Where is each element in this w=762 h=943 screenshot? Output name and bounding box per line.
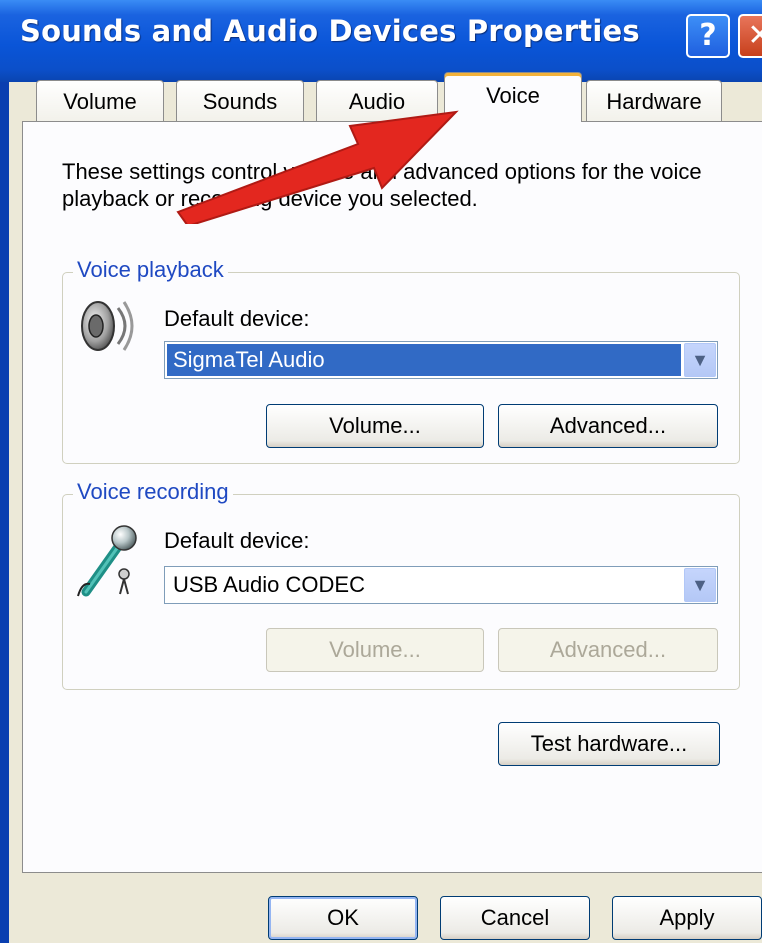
apply-button[interactable]: Apply	[612, 896, 762, 940]
window-title: Sounds and Audio Devices Properties	[20, 14, 640, 48]
voice-playback-legend: Voice playback	[73, 257, 228, 283]
playback-default-device-label: Default device:	[164, 306, 310, 331]
window-frame-left	[0, 82, 9, 943]
speaker-icon	[81, 301, 134, 351]
playback-device-value: SigmaTel Audio	[167, 344, 681, 376]
red-arrow-icon	[176, 110, 459, 224]
cancel-button[interactable]: Cancel	[440, 896, 590, 940]
recording-volume-button: Volume...	[266, 628, 484, 672]
chevron-down-icon[interactable]: ▼	[684, 568, 716, 602]
test-hardware-button[interactable]: Test hardware...	[498, 722, 720, 766]
recording-device-select[interactable]: USB Audio CODEC ▼	[164, 566, 718, 604]
microphone-icon	[77, 525, 137, 597]
voice-recording-legend: Voice recording	[73, 479, 233, 505]
playback-advanced-button[interactable]: Advanced...	[498, 404, 718, 448]
chevron-down-icon[interactable]: ▼	[684, 343, 716, 377]
title-bar[interactable]: Sounds and Audio Devices Properties ? ✕	[0, 0, 762, 82]
ok-button[interactable]: OK	[268, 896, 418, 940]
tab-hardware[interactable]: Hardware	[586, 80, 722, 122]
recording-default-device-label: Default device:	[164, 528, 310, 553]
recording-advanced-button: Advanced...	[498, 628, 718, 672]
dialog-window: Sounds and Audio Devices Properties ? ✕ …	[0, 0, 762, 943]
playback-device-select[interactable]: SigmaTel Audio ▼	[164, 341, 718, 379]
recording-device-value: USB Audio CODEC	[173, 572, 365, 597]
close-button[interactable]: ✕	[738, 14, 762, 58]
tab-volume[interactable]: Volume	[36, 80, 164, 122]
playback-volume-button[interactable]: Volume...	[266, 404, 484, 448]
help-button[interactable]: ?	[686, 14, 730, 58]
